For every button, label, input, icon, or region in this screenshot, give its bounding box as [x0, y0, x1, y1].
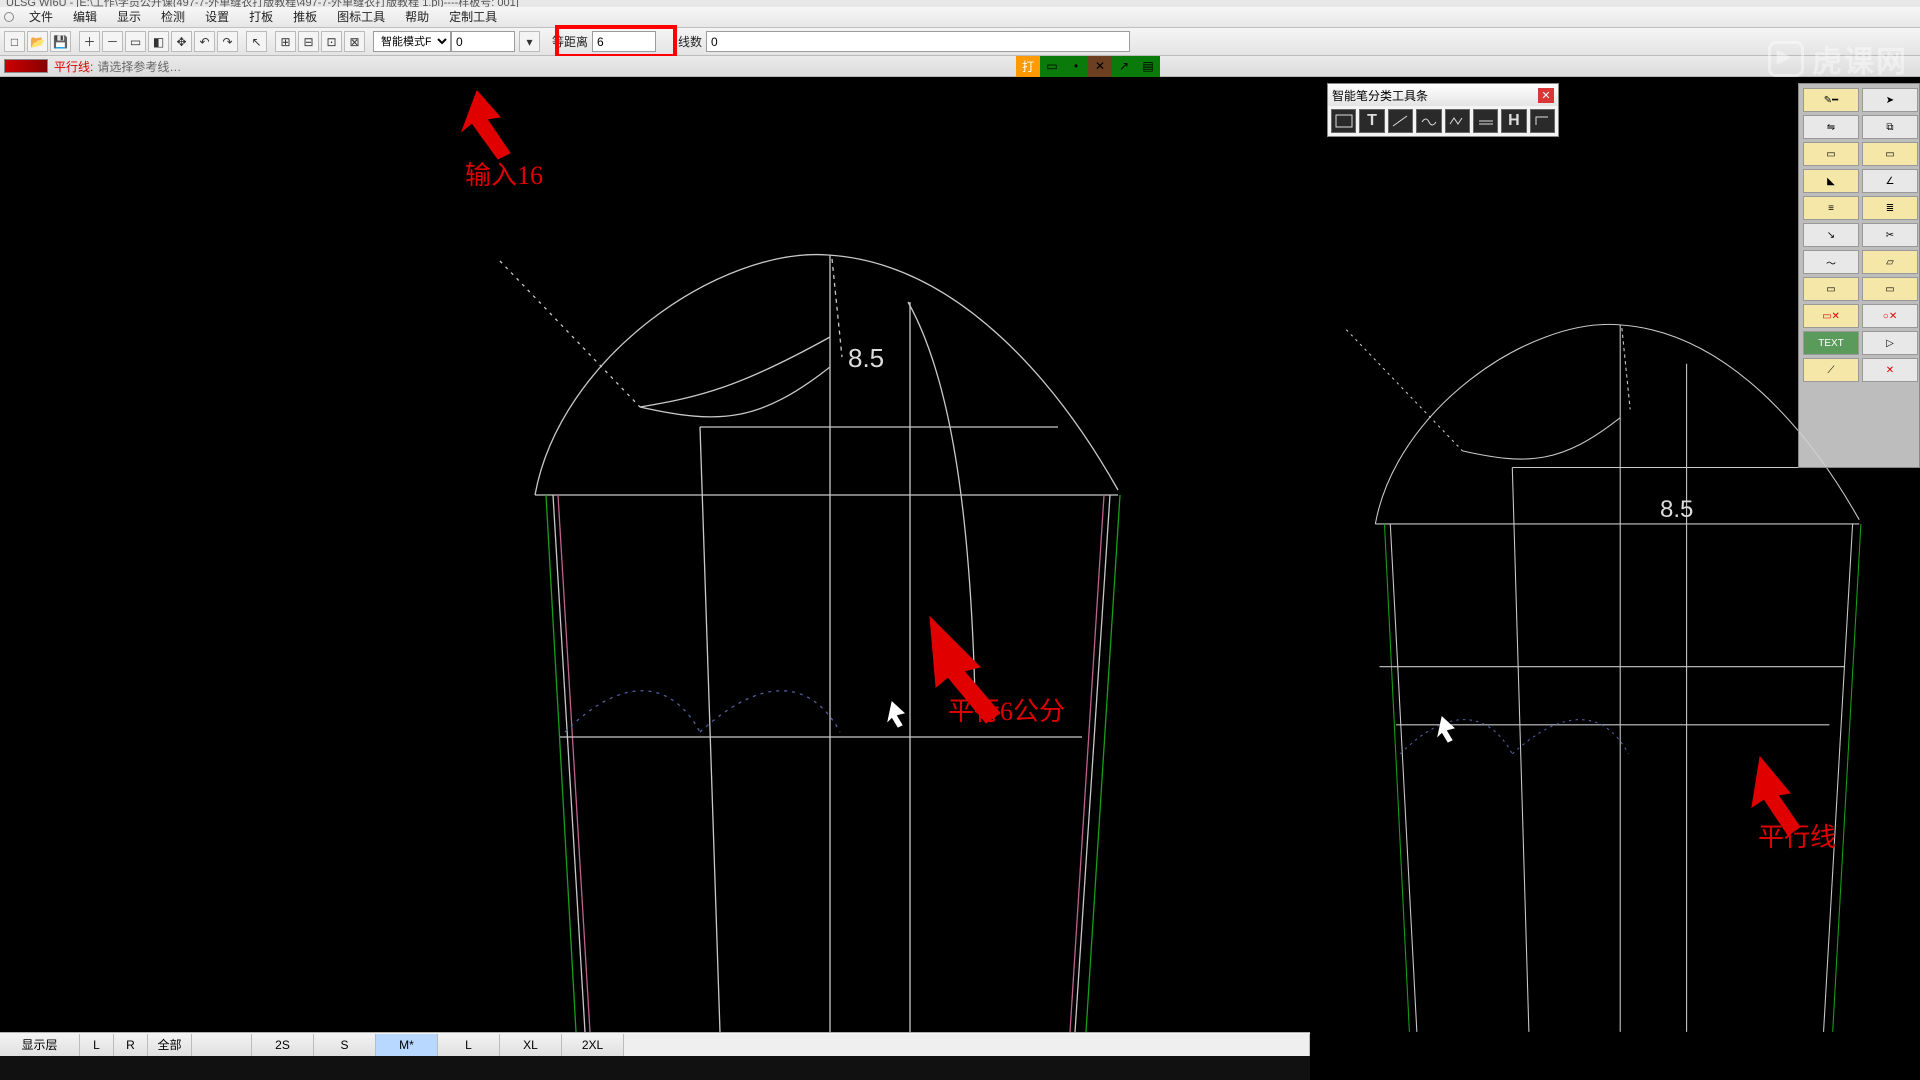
hint-bar: 平行线: 请选择参考线… 打 ▭ • ✕ ↗ ▤ — [0, 56, 1920, 77]
marker-green2[interactable]: • — [1064, 56, 1088, 77]
smartpen-title: 智能笔分类工具条 — [1332, 87, 1428, 104]
open-icon[interactable]: 📂 — [27, 31, 48, 52]
rp-ruler-icon[interactable]: ▭ — [1803, 142, 1859, 166]
marker-brown[interactable]: ✕ — [1088, 56, 1112, 77]
marker-green3[interactable]: ↗ — [1112, 56, 1136, 77]
size-m[interactable]: M* — [376, 1034, 438, 1056]
value-input-1[interactable] — [451, 31, 515, 52]
rp-ruler2-icon[interactable]: ▭ — [1862, 142, 1918, 166]
sp-corner-icon[interactable] — [1530, 109, 1555, 133]
bottom-track — [624, 1034, 1310, 1056]
rp-link-icon[interactable]: ⇋ — [1803, 115, 1859, 139]
right-tool-palette: ✎━ ➤ ⇋ ⧉ ▭ ▭ ◣ ∠ ≡ ≣ ↘ ✂ 〜 ▱ ▭ ▭ ▭✕ ○✕ T… — [1798, 83, 1920, 468]
dim-8p5-left: 8.5 — [848, 343, 884, 373]
menu-check[interactable]: 检测 — [151, 7, 195, 28]
sp-rect-icon[interactable] — [1331, 109, 1356, 133]
size-xl[interactable]: XL — [500, 1034, 562, 1056]
lines-input[interactable] — [706, 31, 1130, 52]
sp-seam-icon[interactable] — [1473, 109, 1498, 133]
distance-label: 等距离 — [552, 33, 588, 50]
mode-combo[interactable]: 智能模式F5 — [373, 31, 451, 52]
menu-file[interactable]: 文件 — [19, 7, 63, 28]
rp-lastx-icon[interactable]: ✕ — [1862, 358, 1918, 382]
rp-scissor-icon[interactable]: ✂ — [1862, 223, 1918, 247]
sp-line-icon[interactable] — [1388, 109, 1413, 133]
menu-edit[interactable]: 编辑 — [63, 7, 107, 28]
menu-view[interactable]: 显示 — [107, 7, 151, 28]
undo-icon[interactable]: ↶ — [194, 31, 215, 52]
marker-green4[interactable]: ▤ — [1136, 56, 1160, 77]
snap4-icon[interactable]: ⊠ — [344, 31, 365, 52]
main-toolbar: □ 📂 💾 ＋ － ▭ ◧ ✥ ↶ ↷ ↖ ⊞ ⊟ ⊡ ⊠ 智能模式F5 ▾ 等… — [0, 28, 1920, 56]
side-l[interactable]: L — [80, 1034, 114, 1056]
sp-zig-icon[interactable] — [1445, 109, 1470, 133]
sp-text-icon[interactable]: T — [1359, 109, 1384, 133]
dim-8p5-right: 8.5 — [1660, 496, 1693, 523]
side-all[interactable]: 全部 — [148, 1034, 192, 1056]
bottom-black-strip — [0, 1056, 1310, 1080]
menu-bar: 文件 编辑 显示 检测 设置 打板 推板 图标工具 帮助 定制工具 — [0, 7, 1920, 28]
linestyle-swatch[interactable] — [4, 59, 48, 73]
drawing-canvas[interactable]: 8.5 8.5 — [0, 77, 1920, 1032]
snap1-icon[interactable]: ⊞ — [275, 31, 296, 52]
marker-orange[interactable]: 打 — [1016, 56, 1040, 77]
marker-green1[interactable]: ▭ — [1040, 56, 1064, 77]
color-toggle-group: 打 ▭ • ✕ ↗ ▤ — [1016, 56, 1160, 77]
size-2s[interactable]: 2S — [252, 1034, 314, 1056]
lines-label: 线数 — [678, 33, 702, 50]
rp-needle-icon[interactable]: ↘ — [1803, 223, 1859, 247]
active-tool-hint: 请选择参考线… — [97, 58, 181, 75]
menu-help[interactable]: 帮助 — [395, 7, 439, 28]
rp-curve-icon[interactable]: 〜 — [1803, 250, 1859, 274]
menu-pattern[interactable]: 打板 — [239, 7, 283, 28]
rp-last1-icon[interactable]: ⟋ — [1803, 358, 1859, 382]
layer-button[interactable]: 显示层 — [0, 1034, 80, 1056]
size-s[interactable]: S — [314, 1034, 376, 1056]
select-rect-icon[interactable]: ▭ — [125, 31, 146, 52]
rp-fold-icon[interactable]: ▱ — [1862, 250, 1918, 274]
pan-icon[interactable]: ◧ — [148, 31, 169, 52]
smartpen-toolbar[interactable]: 智能笔分类工具条 ✕ T H — [1327, 83, 1559, 137]
rp-notch2-icon[interactable]: ▭ — [1862, 277, 1918, 301]
rp-seam1-icon[interactable]: ≡ — [1803, 196, 1859, 220]
rp-seam2-icon[interactable]: ≣ — [1862, 196, 1918, 220]
distance-input[interactable] — [592, 31, 656, 52]
spacer1 — [192, 1034, 252, 1056]
size-2xl[interactable]: 2XL — [562, 1034, 624, 1056]
menu-grade[interactable]: 推板 — [283, 7, 327, 28]
size-l[interactable]: L — [438, 1034, 500, 1056]
sp-wave-icon[interactable] — [1416, 109, 1441, 133]
rp-delx-icon[interactable]: ▭✕ — [1803, 304, 1859, 328]
rp-angle-icon[interactable]: ∠ — [1862, 169, 1918, 193]
app-icon — [4, 12, 14, 22]
pointer-icon[interactable]: ↖ — [246, 31, 267, 52]
dropdown-icon[interactable]: ▾ — [519, 31, 540, 52]
save-icon[interactable]: 💾 — [50, 31, 71, 52]
zoom-out-icon[interactable]: － — [102, 31, 123, 52]
active-tool-name: 平行线: — [54, 58, 93, 75]
close-icon[interactable]: ✕ — [1538, 88, 1554, 103]
snap3-icon[interactable]: ⊡ — [321, 31, 342, 52]
menu-icons[interactable]: 图标工具 — [327, 7, 395, 28]
rp-arrow-icon[interactable]: ➤ — [1862, 88, 1918, 112]
rp-delx2-icon[interactable]: ○✕ — [1862, 304, 1918, 328]
rp-text-icon[interactable]: TEXT — [1803, 331, 1859, 355]
side-r[interactable]: R — [114, 1034, 148, 1056]
rp-pen-icon[interactable]: ✎━ — [1803, 88, 1859, 112]
rp-notch-icon[interactable]: ▭ — [1803, 277, 1859, 301]
rp-wedge-icon[interactable]: ◣ — [1803, 169, 1859, 193]
menu-custom[interactable]: 定制工具 — [439, 7, 507, 28]
sp-h-icon[interactable]: H — [1501, 109, 1526, 133]
bottom-bar: 显示层 L R 全部 2S S M* L XL 2XL — [0, 1032, 1310, 1056]
pattern-svg: 8.5 8.5 — [0, 77, 1920, 1032]
redo-icon[interactable]: ↷ — [217, 31, 238, 52]
rp-tri-icon[interactable]: ▷ — [1862, 331, 1918, 355]
zoom-in-icon[interactable]: ＋ — [79, 31, 100, 52]
rp-chain-icon[interactable]: ⧉ — [1862, 115, 1918, 139]
snap2-icon[interactable]: ⊟ — [298, 31, 319, 52]
menu-settings[interactable]: 设置 — [195, 7, 239, 28]
zoom-fit-icon[interactable]: ✥ — [171, 31, 192, 52]
new-icon[interactable]: □ — [4, 31, 25, 52]
